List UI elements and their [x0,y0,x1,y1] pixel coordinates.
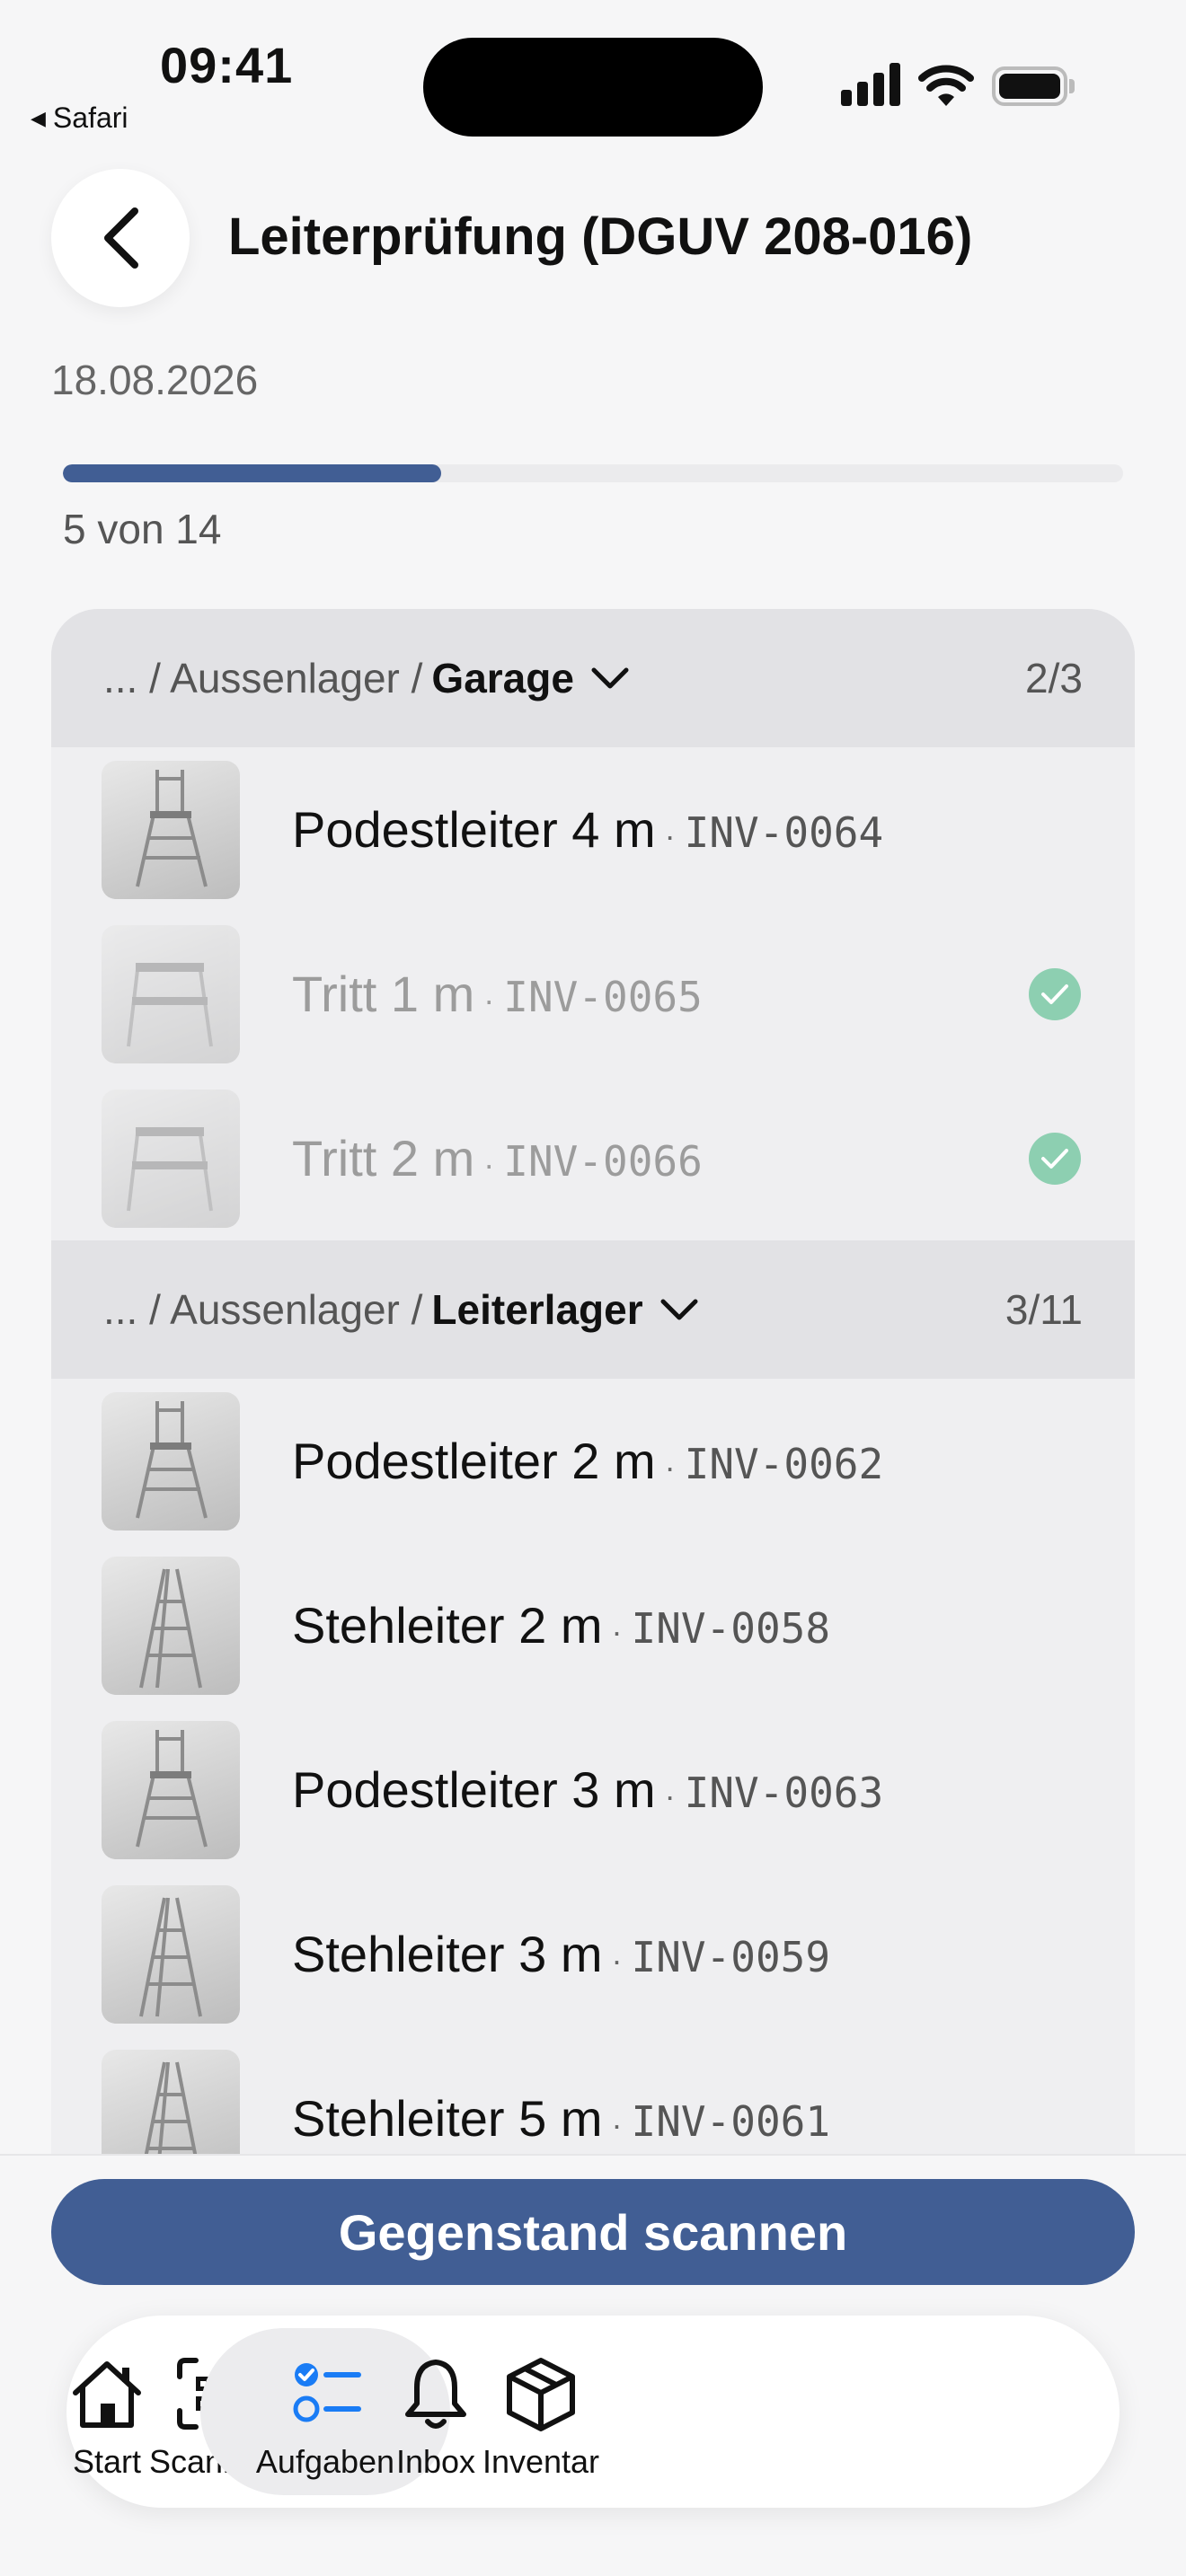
item-title: Tritt 1 m · INV-0065 [292,965,703,1023]
item-name: Stehleiter 3 m [292,1926,603,1982]
status-time: 09:41 [160,37,294,93]
item-title: Podestleiter 4 m · INV-0064 [292,800,883,859]
task-date: 18.08.2026 [51,357,259,403]
progress-bar [63,464,1123,482]
scan-item-button[interactable]: Gegenstand scannen [51,2179,1135,2285]
list-item[interactable]: Tritt 2 m · INV-0066 [51,1076,1135,1240]
list-item[interactable]: Stehleiter 3 m · INV-0059 [51,1872,1135,2036]
group-path: ... / Aussenlager / Garage [103,654,630,702]
item-title: Stehleiter 5 m · INV-0061 [292,2089,830,2148]
item-code: INV-0064 [684,808,884,857]
tab-label: Inventar [482,2443,600,2480]
item-name: Podestleiter 4 m [292,801,656,858]
separator-dot: · [483,982,495,1019]
chevron-down-icon [659,1296,699,1323]
item-code: INV-0066 [503,1137,703,1186]
separator-dot: · [611,1942,623,1979]
separator-dot: · [664,817,676,854]
item-thumbnail [102,2049,240,2154]
group-header[interactable]: ... / Aussenlager / Garage 2/3 [51,609,1135,747]
list-item[interactable]: Podestleiter 3 m · INV-0063 [51,1707,1135,1872]
item-code: INV-0063 [684,1769,884,1817]
item-code: INV-0062 [684,1440,884,1488]
item-name: Tritt 2 m [292,1130,475,1187]
item-thumbnail [102,1391,240,1531]
checkmark-icon [1029,967,1081,1020]
tab-inventar[interactable]: Inventar [438,2328,644,2495]
chevron-left-icon [104,207,138,269]
list-item[interactable]: Stehleiter 2 m · INV-0058 [51,1543,1135,1707]
separator-dot: · [664,1449,676,1486]
group-path: ... / Aussenlager / Leiterlager [103,1285,699,1334]
item-title: Stehleiter 3 m · INV-0059 [292,1925,830,1983]
separator-dot: · [664,1778,676,1814]
item-name: Tritt 1 m [292,966,475,1022]
group-path-prefix: ... / Aussenlager / [103,1286,423,1333]
checkmark-icon [1029,1132,1081,1185]
item-code: INV-0061 [631,2097,831,2146]
item-title: Tritt 2 m · INV-0066 [292,1129,703,1187]
list-item[interactable]: Stehleiter 5 m · INV-0061 [51,2036,1135,2154]
tab-bar: Start Scannen Aufgaben Inbox Inventar [66,2316,1120,2508]
group-location: Garage [431,655,574,701]
item-name: Stehleiter 5 m [292,2090,603,2147]
item-thumbnail [102,924,240,1063]
item-name: Stehleiter 2 m [292,1597,603,1654]
separator-dot: · [483,1146,495,1183]
status-bar: 09:41 ◀ Safari [0,0,1186,162]
group-header[interactable]: ... / Aussenlager / Leiterlager 3/11 [51,1240,1135,1379]
list-item[interactable]: Podestleiter 4 m · INV-0064 [51,747,1135,912]
item-name: Podestleiter 3 m [292,1761,656,1818]
item-code: INV-0065 [503,973,703,1021]
inspection-list[interactable]: ... / Aussenlager / Garage 2/3 Podestleiter… [51,609,1135,2154]
item-thumbnail [102,1089,240,1228]
cellular-signal-icon [841,63,900,106]
separator-dot: · [611,1613,623,1650]
item-thumbnail [102,760,240,899]
back-to-app-link[interactable]: ◀ Safari [31,101,128,135]
battery-icon [992,66,1075,106]
group-count: 3/11 [1005,1286,1083,1333]
back-app-label: Safari [52,101,128,134]
item-title: Podestleiter 3 m · INV-0063 [292,1760,883,1819]
dynamic-island [423,38,763,137]
item-title: Stehleiter 2 m · INV-0058 [292,1596,830,1654]
item-title: Podestleiter 2 m · INV-0062 [292,1432,883,1490]
progress-text: 5 von 14 [63,506,222,552]
list-item[interactable]: Tritt 1 m · INV-0065 [51,912,1135,1076]
chevron-down-icon [590,665,630,692]
item-thumbnail [102,1556,240,1695]
group-location: Leiterlager [431,1286,643,1333]
wifi-icon [918,65,974,106]
page-title: Leiterprüfung (DGUV 208-016) [228,207,973,266]
item-name: Podestleiter 2 m [292,1433,656,1489]
list-item[interactable]: Podestleiter 2 m · INV-0062 [51,1379,1135,1543]
back-triangle-icon: ◀ [31,107,46,129]
item-code: INV-0059 [631,1933,831,1981]
item-thumbnail [102,1884,240,2024]
group-path-prefix: ... / Aussenlager / [103,655,423,701]
item-thumbnail [102,1720,240,1859]
item-code: INV-0058 [631,1604,831,1653]
back-button[interactable] [51,169,190,307]
separator-dot: · [611,2106,623,2143]
group-count: 2/3 [1025,655,1083,701]
box-icon [507,2358,575,2431]
progress-bar-fill [63,464,442,482]
